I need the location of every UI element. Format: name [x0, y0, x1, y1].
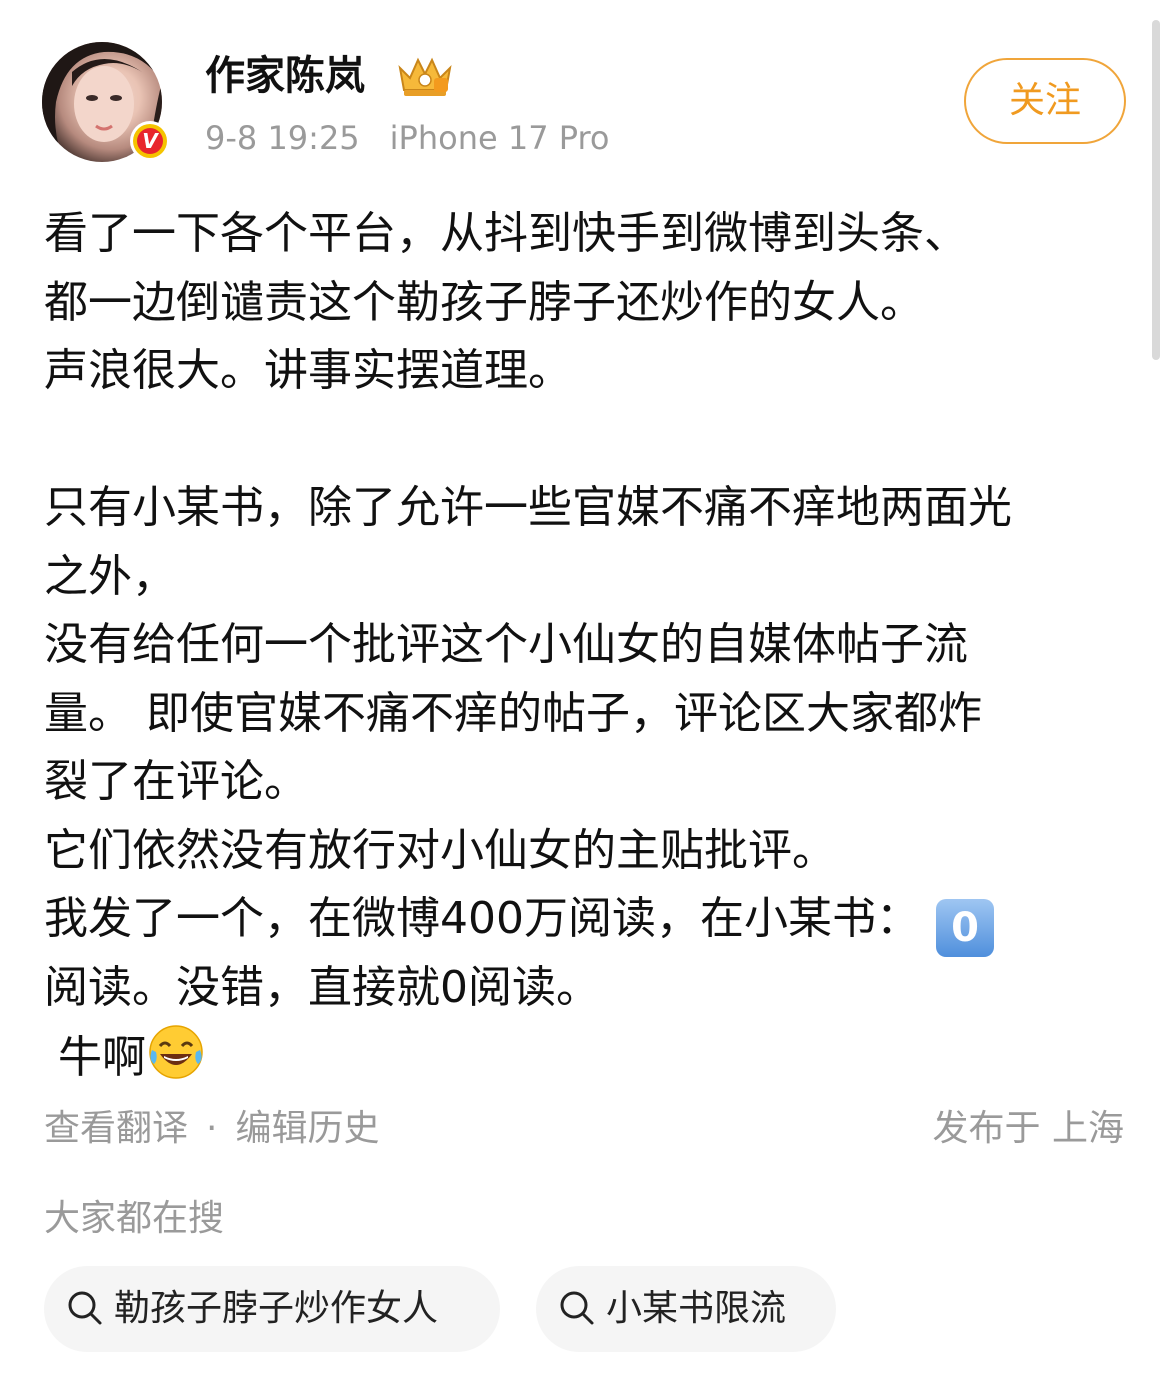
- post-line: 它们依然没有放行对小仙女的主贴批评。: [44, 824, 836, 876]
- post-line: 声浪很大。讲事实摆道理。: [44, 345, 572, 396]
- search-icon: [560, 1291, 594, 1325]
- search-chip[interactable]: 勒孩子脖子炒作女人: [44, 1266, 500, 1352]
- post-line-text: 我发了一个，在微博400万阅读，在小某书：: [44, 893, 920, 944]
- post-device: iPhone 17 Pro: [389, 119, 610, 157]
- follow-button[interactable]: 关注: [964, 58, 1126, 144]
- scrollbar[interactable]: [1152, 20, 1160, 360]
- post-line: 量。 即使官媒不痛不痒的帖子，评论区大家都炸: [44, 687, 982, 739]
- post-location: 发布于 上海: [932, 1108, 1124, 1149]
- post-content: 看了一下各个平台，从抖到快手到微博到头条、 都一边倒谴责这个勒孩子脖子还炒作的女…: [44, 200, 1130, 1091]
- username[interactable]: 作家陈岚: [205, 50, 365, 102]
- post-line: 都一边倒谴责这个勒孩子脖子还炒作的女人。: [44, 276, 924, 328]
- post-line: 没有给任何一个批评这个小仙女的自媒体帖子流: [44, 619, 968, 670]
- keycap-zero-emoji: 0: [935, 899, 994, 957]
- search-chip-label: 勒孩子脖子炒作女人: [114, 1288, 439, 1329]
- post-line: 裂了在评论。: [44, 756, 308, 807]
- post-line-text: 牛啊: [44, 1032, 146, 1083]
- search-chip[interactable]: 小某书限流: [536, 1266, 836, 1352]
- edit-history-link[interactable]: 编辑历史: [235, 1108, 379, 1149]
- separator-dot: ·: [206, 1108, 218, 1149]
- translate-link[interactable]: 查看翻译: [44, 1108, 188, 1149]
- post-line: 之外，: [44, 550, 176, 602]
- post-line: 只有小某书，除了允许一些官媒不痛不痒地两面光: [44, 482, 1012, 533]
- post-meta: 9-8 19:25 iPhone 17 Pro: [205, 116, 610, 160]
- post-time: 9-8 19:25: [205, 119, 360, 157]
- search-icon: [68, 1291, 102, 1325]
- post-line-with-keycap: 我发了一个，在微博400万阅读，在小某书： 0: [44, 885, 1130, 957]
- post-line-with-emoji: 牛啊: [44, 1022, 1130, 1091]
- trending-search-title: 大家都在搜: [44, 1198, 225, 1239]
- post-footer-actions: 查看翻译 · 编辑历史: [44, 1104, 379, 1154]
- search-chip-label: 小某书限流: [606, 1288, 787, 1329]
- post-line: 看了一下各个平台，从抖到快手到微博到头条、: [44, 208, 968, 259]
- crown-badge-icon: [398, 57, 452, 96]
- laughing-tears-emoji: [149, 1025, 203, 1079]
- post-line: 阅读。没错，直接就0阅读。: [44, 961, 600, 1013]
- verified-badge: V: [130, 121, 170, 161]
